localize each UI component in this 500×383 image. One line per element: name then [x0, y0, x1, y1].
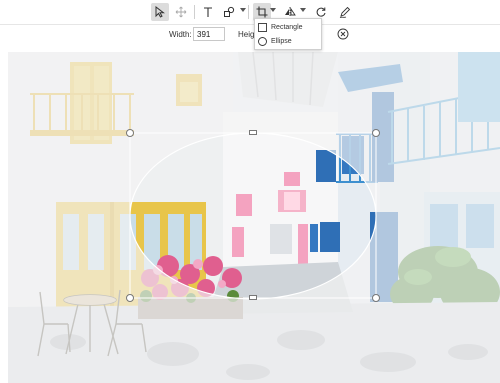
- close-circle-icon: [337, 28, 349, 40]
- menu-item-label: Rectangle: [271, 23, 303, 31]
- menu-item-label: Ellipse: [271, 37, 292, 45]
- height-label: Heig: [238, 30, 255, 39]
- rotate-icon: [316, 7, 326, 17]
- text-tool-button[interactable]: [199, 3, 217, 21]
- width-input[interactable]: [193, 27, 225, 41]
- shapes-icon: [224, 6, 235, 17]
- shapes-dropdown-caret[interactable]: [240, 8, 246, 12]
- menu-item-rectangle[interactable]: Rectangle: [258, 21, 303, 33]
- toolbar-divider: [194, 5, 195, 19]
- resize-handle-bottom-right[interactable]: [372, 294, 380, 302]
- resize-handle-top[interactable]: [249, 130, 257, 135]
- reset-crop-button[interactable]: [337, 28, 349, 40]
- square-icon: [258, 22, 267, 32]
- menu-item-ellipse[interactable]: Ellipse: [258, 35, 292, 47]
- circle-icon: [258, 36, 267, 46]
- move-tool-button[interactable]: [172, 3, 190, 21]
- resize-handle-top-right[interactable]: [372, 129, 380, 137]
- resize-handle-top-left[interactable]: [126, 129, 134, 137]
- crop-dropdown-caret[interactable]: [270, 8, 276, 12]
- text-icon: [204, 7, 212, 17]
- move-icon: [175, 6, 187, 18]
- crop-options-bar: Width: Heig 0: [0, 25, 500, 45]
- crop-icon: [256, 6, 268, 18]
- resize-handle-bottom-left[interactable]: [126, 294, 134, 302]
- pen-icon: [339, 6, 351, 18]
- top-toolbar: [0, 0, 500, 25]
- resize-handle-bottom[interactable]: [249, 295, 257, 300]
- select-tool-button[interactable]: [151, 3, 169, 21]
- image-canvas[interactable]: [8, 52, 500, 383]
- flip-icon: [285, 7, 296, 17]
- street-photo: [8, 52, 500, 383]
- width-label: Width:: [169, 30, 192, 39]
- crop-shape-menu: Rectangle Ellipse: [254, 18, 322, 50]
- toolbar-divider: [248, 5, 249, 19]
- draw-tool-button[interactable]: [336, 3, 354, 21]
- shapes-tool-button[interactable]: [220, 3, 238, 21]
- cursor-icon: [155, 6, 165, 18]
- flip-dropdown-caret[interactable]: [300, 8, 306, 12]
